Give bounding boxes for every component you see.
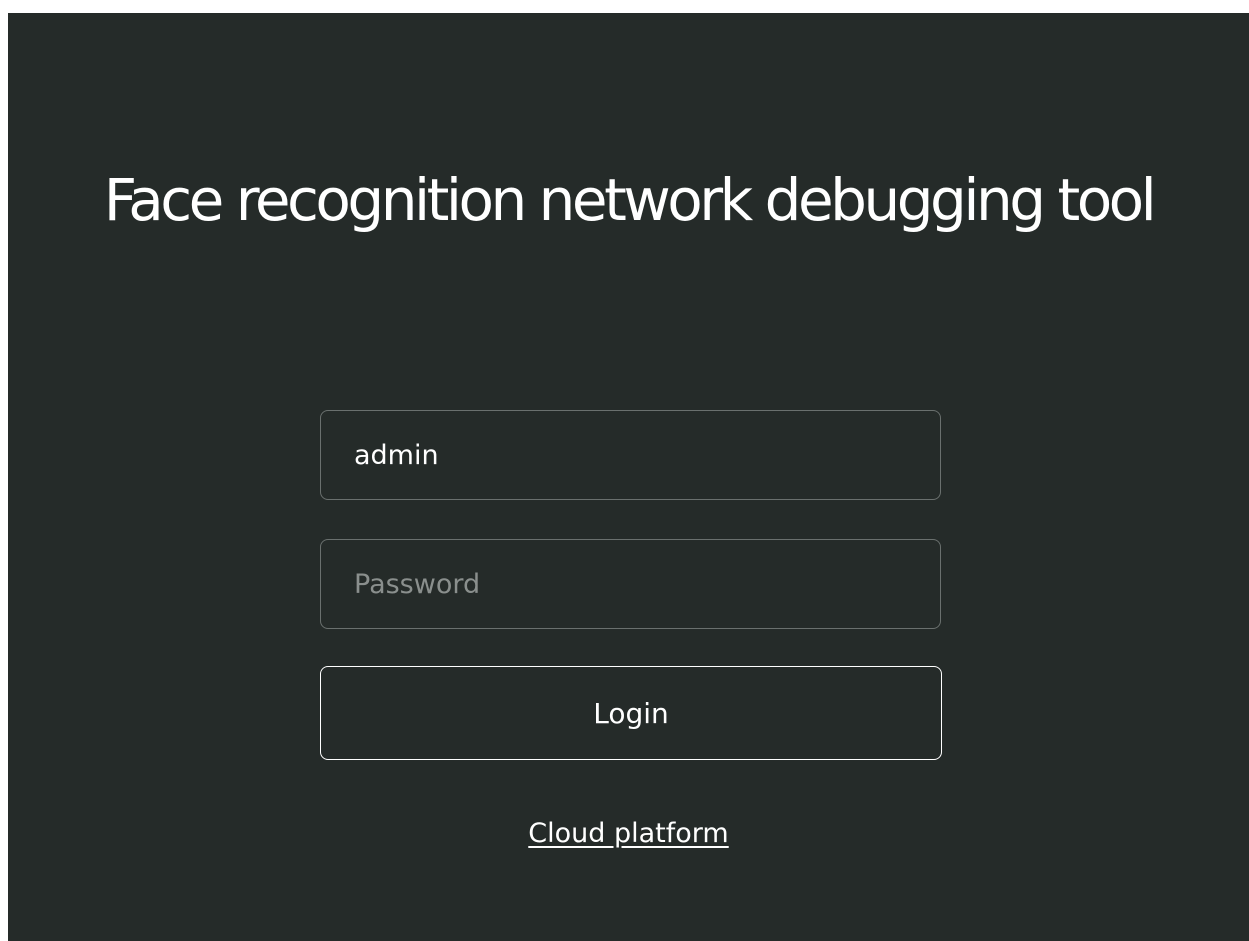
password-input[interactable] bbox=[320, 539, 941, 629]
username-input[interactable] bbox=[320, 410, 941, 500]
page-title: Face recognition network debugging tool bbox=[103, 166, 1157, 234]
login-panel: Face recognition network debugging tool … bbox=[8, 13, 1249, 941]
cloud-platform-link[interactable]: Cloud platform bbox=[8, 818, 1249, 849]
login-button[interactable]: Login bbox=[320, 666, 942, 760]
